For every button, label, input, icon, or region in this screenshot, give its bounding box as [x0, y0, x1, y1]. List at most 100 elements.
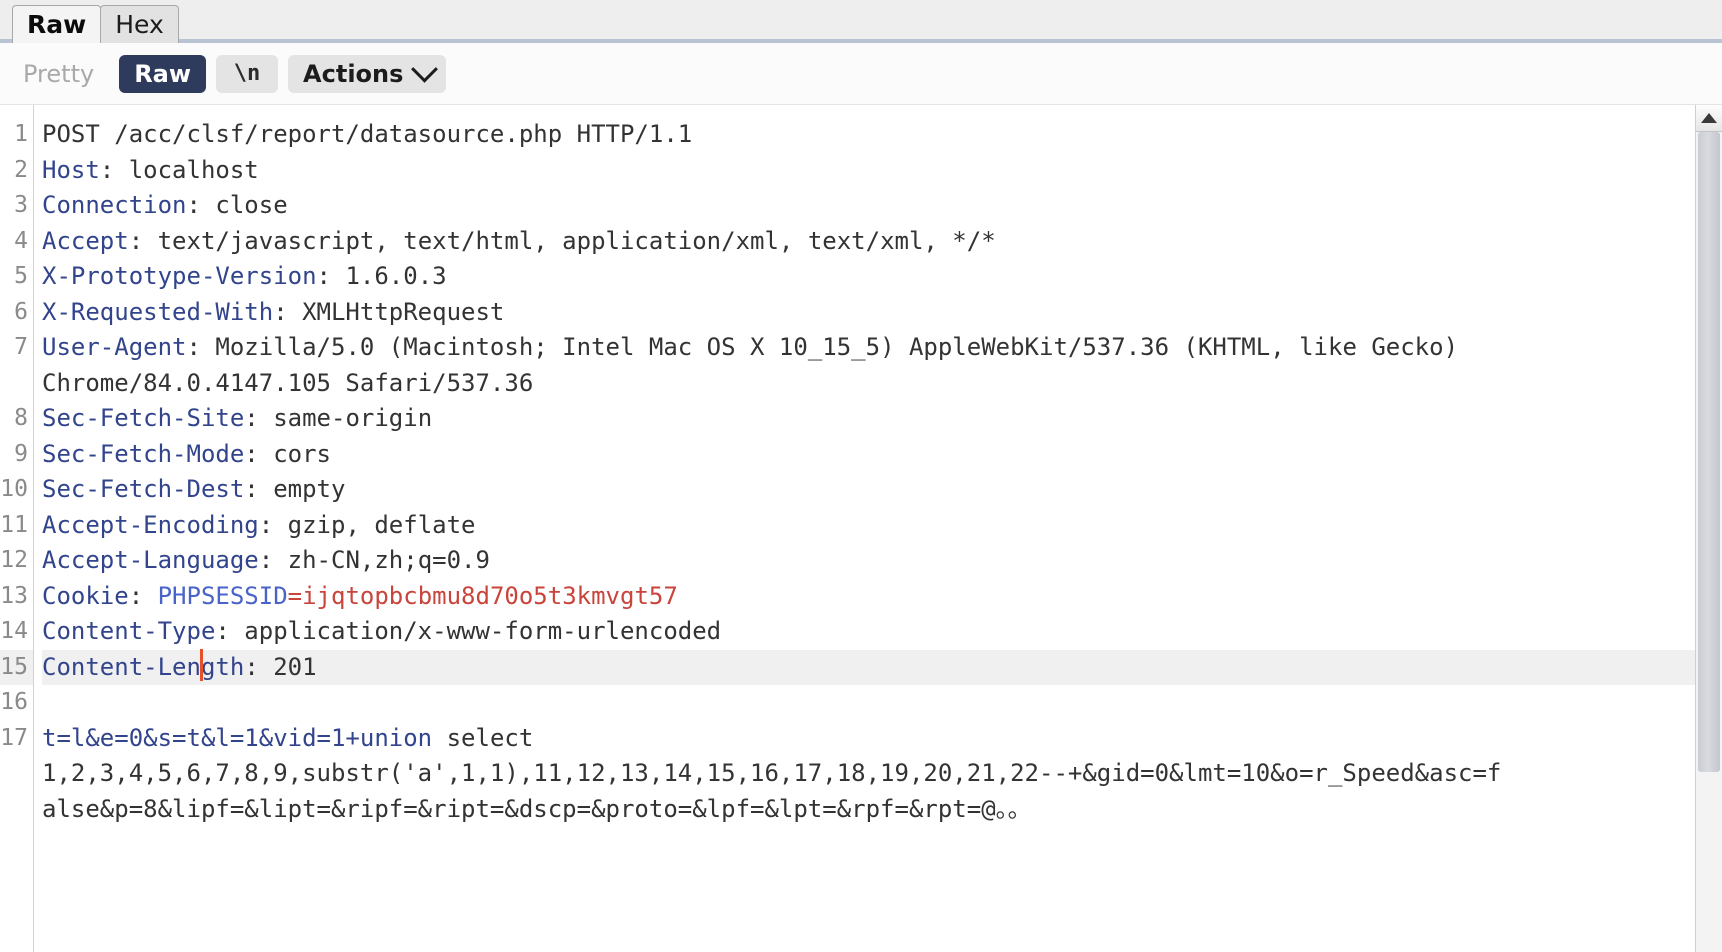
code-line[interactable]: Content-Type: application/x-www-form-url…	[42, 614, 1722, 650]
line-number: 2	[14, 156, 28, 183]
actions-button[interactable]: Actions	[288, 54, 447, 93]
code-segment: alse&p=8&lipf=&lipt=&ripf=&ript=&dscp=&p…	[42, 794, 1032, 823]
raw-button[interactable]: Raw	[119, 54, 207, 93]
raw-request-editor: 1 2 3 4 5 6 7 8 9 10 11 12 13 14 15 16 17 POST /acc/clsf…	[0, 105, 1722, 952]
actions-button-label: Actions	[303, 59, 404, 88]
line-number-wrapped	[0, 756, 33, 792]
line-number: 3	[14, 192, 28, 218]
code-line[interactable]	[42, 685, 1722, 721]
code-segment: : Mozilla/5.0 (Macintosh; Intel Mac OS X…	[186, 333, 1459, 361]
request-text-area[interactable]: POST /acc/clsf/report/datasource.php HTT…	[34, 105, 1722, 952]
code-segment: User-Agent	[42, 333, 187, 361]
code-line[interactable]: X-Requested-With: XMLHttpRequest	[42, 295, 1722, 331]
code-segment: : cors	[244, 439, 331, 468]
chevron-down-icon	[411, 55, 439, 83]
code-segment: : gzip, deflate	[258, 510, 476, 539]
view-mode-tabstrip: Raw Hex	[0, 0, 1722, 43]
code-segment: Content-Type	[42, 617, 216, 645]
line-number: 9	[14, 440, 28, 467]
code-segment: : text/javascript, text/html, applicatio…	[128, 226, 996, 255]
code-line-wrapped[interactable]: 1,2,3,4,5,6,7,8,9,substr('a',1,1),11,12,…	[42, 756, 1722, 792]
line-number: 4	[14, 227, 28, 254]
line-number: 13	[0, 582, 28, 609]
code-segment: Host	[42, 155, 100, 184]
code-line[interactable]: Accept-Encoding: gzip, deflate	[42, 508, 1722, 544]
code-line[interactable]: Cookie: PHPSESSID=ijqtopbcbmu8d70o5t3kmv…	[42, 579, 1722, 615]
code-segment: : application/x-www-form-urlencoded	[215, 617, 722, 645]
code-segment: : empty	[244, 475, 346, 503]
line-number: 15	[0, 649, 33, 685]
code-segment: PHPSESSID	[157, 581, 288, 610]
code-line-wrapped[interactable]: Chrome/84.0.4147.105 Safari/537.36	[42, 366, 1722, 402]
code-line[interactable]: Content-Length: 201	[42, 648, 1722, 685]
code-line[interactable]: Connection: close	[42, 188, 1722, 224]
code-line[interactable]: POST /acc/clsf/report/datasource.php HTT…	[42, 117, 1722, 153]
code-segment: =ijqtopbcbmu8d70o5t3kmvgt57	[287, 581, 678, 610]
line-number: 6	[14, 298, 28, 325]
code-segment: : 201	[244, 652, 317, 681]
code-segment: : zh-CN,zh;q=0.9	[258, 546, 490, 574]
code-segment: :	[128, 581, 158, 610]
line-number: 5	[14, 263, 28, 289]
line-number: 16	[0, 689, 28, 715]
tab-raw[interactable]: Raw	[12, 5, 102, 43]
code-line[interactable]: Accept-Language: zh-CN,zh;q=0.9	[42, 543, 1722, 579]
newline-toggle-button[interactable]: \n	[216, 54, 279, 93]
line-number-wrapped	[0, 792, 33, 828]
code-segment: POST /acc/clsf/report/datasource.php HTT…	[42, 120, 693, 148]
triangle-up-icon	[1701, 113, 1717, 123]
tab-hex[interactable]: Hex	[100, 5, 179, 43]
request-viewer-window: Raw Hex Pretty Raw \n Actions 1234567891…	[0, 0, 1722, 952]
code-line[interactable]: X-Prototype-Version: 1.6.0.3	[42, 259, 1722, 295]
code-line[interactable]: t=l&e=0&s=t&l=1&vid=1+union select	[42, 721, 1722, 757]
vertical-scrollbar[interactable]	[1695, 105, 1722, 952]
code-segment: X-Requested-With	[42, 297, 274, 326]
code-line[interactable]: Sec-Fetch-Mode: cors	[42, 437, 1722, 473]
raw-button-label: Raw	[134, 59, 192, 88]
scrollbar-thumb[interactable]	[1698, 132, 1720, 772]
code-segment: Sec-Fetch-Mode	[42, 439, 245, 468]
code-line[interactable]: User-Agent: Mozilla/5.0 (Macintosh; Inte…	[42, 330, 1722, 366]
line-number: 17	[0, 724, 28, 751]
code-segment: : XMLHttpRequest	[273, 297, 505, 326]
code-segment: Accept	[42, 226, 129, 255]
code-line[interactable]: Accept: text/javascript, text/html, appl…	[42, 224, 1722, 260]
code-segment: Sec-Fetch-Dest	[42, 475, 245, 503]
line-number: 11	[0, 511, 28, 538]
code-line[interactable]: Sec-Fetch-Site: same-origin	[42, 401, 1722, 437]
code-segment: X-Prototype-Version	[42, 262, 317, 290]
line-number: 12	[0, 547, 28, 573]
code-segment: : localhost	[99, 155, 259, 184]
code-segment: : same-origin	[244, 404, 433, 432]
code-segment: Sec-Fetch-Site	[42, 404, 245, 432]
editor-toolbar: Pretty Raw \n Actions	[0, 43, 1722, 105]
code-segment: Accept-Encoding	[42, 510, 259, 539]
code-segment: Content-Len	[42, 652, 201, 681]
code-line-wrapped[interactable]: alse&p=8&lipf=&lipt=&ripf=&ript=&dscp=&p…	[42, 792, 1722, 828]
code-segment: Cookie	[42, 581, 129, 610]
code-segment: Chrome/84.0.4147.105 Safari/537.36	[42, 368, 534, 397]
tab-raw-label: Raw	[27, 10, 87, 39]
pretty-button-label: Pretty	[23, 59, 95, 88]
tab-hex-label: Hex	[115, 10, 164, 39]
pretty-button[interactable]: Pretty	[8, 55, 109, 93]
newline-toggle-label: \n	[233, 61, 261, 86]
line-number: 1	[14, 121, 28, 147]
code-segment: : 1.6.0.3	[316, 262, 447, 290]
scroll-up-button[interactable]	[1696, 105, 1722, 132]
code-segment: : close	[186, 191, 288, 219]
line-number: 8	[14, 405, 28, 431]
code-line[interactable]: Host: localhost	[42, 153, 1722, 189]
code-segment: Accept-Language	[42, 546, 259, 574]
line-number-wrapped	[0, 366, 33, 402]
line-number: 7	[14, 334, 28, 360]
code-segment: Connection	[42, 191, 187, 219]
code-segment: 1,2,3,4,5,6,7,8,9,substr('a',1,1),11,12,…	[42, 759, 1502, 787]
line-number: 10	[0, 476, 28, 502]
code-line[interactable]: Sec-Fetch-Dest: empty	[42, 472, 1722, 508]
line-number-gutter: 1 2 3 4 5 6 7 8 9 10 11 12 13 14 15 16 17	[0, 105, 34, 952]
code-segment: gth	[200, 652, 245, 681]
code-segment: select	[432, 723, 534, 752]
code-segment: t=l&e=0&s=t&l=1&vid=1+union	[42, 723, 433, 752]
line-number: 14	[0, 618, 28, 644]
